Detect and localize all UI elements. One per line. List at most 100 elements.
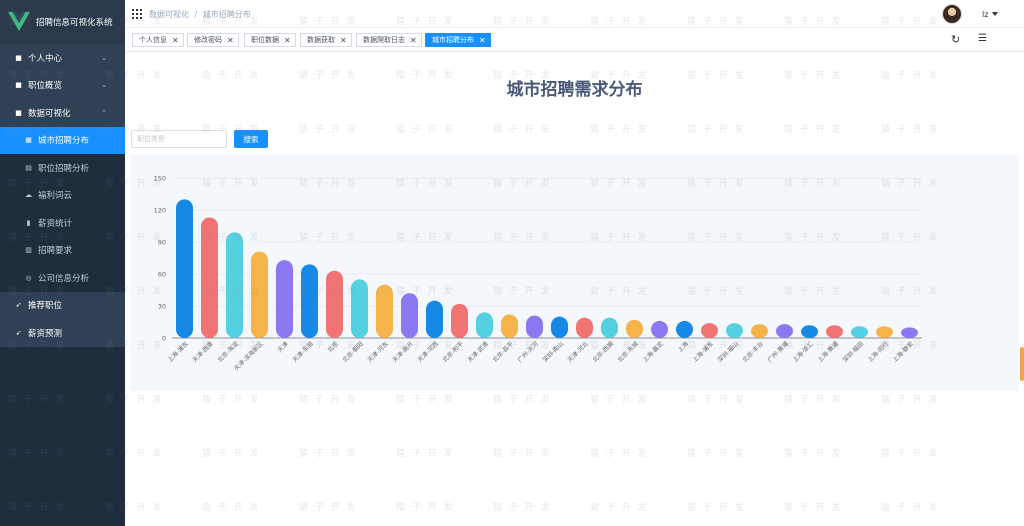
chart-bar[interactable] bbox=[776, 324, 793, 338]
x-tick-label: 天津-武清 bbox=[466, 340, 490, 364]
chart-bar[interactable] bbox=[376, 284, 393, 338]
x-tick-label: 北京-西城 bbox=[591, 340, 615, 364]
close-icon[interactable]: ✕ bbox=[227, 36, 234, 45]
chart-bar[interactable] bbox=[301, 264, 318, 338]
chart-bar[interactable] bbox=[726, 323, 743, 338]
tag-change-password[interactable]: 修改密码 ✕ bbox=[187, 33, 239, 47]
chart-bar[interactable] bbox=[201, 217, 218, 338]
sidebar-item-salary-stats[interactable]: ▮ 薪资统计 bbox=[0, 209, 125, 237]
close-icon[interactable]: ✕ bbox=[410, 36, 417, 45]
chart-bar[interactable] bbox=[501, 314, 518, 338]
y-tick-label: 30 bbox=[158, 303, 166, 311]
x-tick-label: 天津-西青 bbox=[191, 340, 215, 364]
tag-crawl-log[interactable]: 数据爬取日志 ✕ bbox=[356, 33, 422, 47]
chart-bar[interactable] bbox=[351, 279, 368, 338]
y-tick-label: 60 bbox=[158, 271, 166, 279]
chart-bar[interactable] bbox=[676, 320, 693, 338]
close-icon[interactable]: ✕ bbox=[284, 36, 291, 45]
avatar[interactable] bbox=[942, 4, 962, 24]
chart-bar[interactable] bbox=[526, 315, 543, 338]
refresh-icon[interactable]: ↻ bbox=[951, 33, 960, 46]
x-tick-label: 天津 bbox=[276, 340, 289, 353]
x-tick-label: 北京 bbox=[326, 340, 340, 354]
tag-data-fetch[interactable]: 数据获取 ✕ bbox=[300, 33, 352, 47]
x-tick-label: 北京-朝阳 bbox=[341, 340, 365, 364]
chart-bar[interactable] bbox=[276, 260, 293, 338]
chevron-up-icon: ⌃ bbox=[101, 108, 107, 117]
y-tick-label: 0 bbox=[162, 335, 166, 343]
tag-label: 城市招聘分布 bbox=[432, 36, 474, 44]
chart-bar[interactable] bbox=[826, 325, 843, 338]
sidebar-item-city-distribution[interactable]: ▦ 城市招聘分布 bbox=[0, 126, 125, 154]
tag-label: 数据获取 bbox=[307, 36, 335, 44]
chart-bar[interactable] bbox=[601, 317, 618, 338]
navbar: 数据可视化 / 城市招聘分布 lz bbox=[125, 0, 1024, 28]
close-icon[interactable]: ✕ bbox=[479, 36, 486, 45]
breadcrumb: 数据可视化 / 城市招聘分布 bbox=[149, 9, 251, 20]
sidebar-item-job-analysis[interactable]: ▤ 职位招聘分析 bbox=[0, 154, 125, 182]
sidebar-item-label: 招聘要求 bbox=[38, 246, 73, 257]
square-icon: ■ bbox=[15, 53, 22, 62]
chart-bar[interactable] bbox=[651, 320, 668, 338]
hamburger-grid-icon[interactable] bbox=[132, 9, 142, 19]
vue-logo-icon bbox=[8, 11, 30, 32]
sidebar-item-job-overview[interactable]: ■ 职位概览 ⌄ bbox=[0, 71, 125, 99]
x-tick-label: 天津-河西 bbox=[416, 340, 440, 364]
x-tick-label: 广州-天河 bbox=[516, 340, 540, 364]
y-tick-label: 120 bbox=[154, 207, 166, 215]
chart-bar[interactable] bbox=[701, 323, 718, 338]
chart-bar[interactable] bbox=[451, 303, 468, 338]
x-tick-label: 上海-嘉定 bbox=[641, 340, 665, 364]
x-tick-label: 北京-和平 bbox=[441, 340, 465, 364]
breadcrumb-item-current: 城市招聘分布 bbox=[202, 10, 251, 19]
search-button[interactable]: 搜索 bbox=[234, 130, 268, 148]
tag-job-data[interactable]: 职位数据 ✕ bbox=[244, 33, 296, 47]
x-tick-label: 北京-昌平 bbox=[491, 340, 515, 364]
chart-bar[interactable] bbox=[851, 326, 868, 338]
chart-bar[interactable] bbox=[251, 251, 268, 338]
page-title: 城市招聘需求分布 bbox=[506, 80, 643, 100]
chart-bar[interactable] bbox=[426, 300, 443, 338]
sidebar-item-company-analysis[interactable]: ◎ 公司信息分析 bbox=[0, 264, 125, 292]
chart-bar[interactable] bbox=[326, 270, 343, 338]
sidebar-item-requirements[interactable]: ▥ 招聘要求 bbox=[0, 237, 125, 265]
chart-bar[interactable] bbox=[751, 324, 768, 338]
chart-bar[interactable] bbox=[551, 316, 568, 338]
chart-bar[interactable] bbox=[626, 319, 643, 338]
chart-bar[interactable] bbox=[401, 293, 418, 338]
sidebar-item-recommended-jobs[interactable]: ➶ 推荐职位 bbox=[0, 291, 125, 319]
chart-bar[interactable] bbox=[876, 326, 893, 338]
sidebar-item-label: 城市招聘分布 bbox=[38, 136, 90, 147]
tag-label: 职位数据 bbox=[251, 36, 279, 44]
chart-bar[interactable] bbox=[176, 199, 193, 338]
tag-label: 数据爬取日志 bbox=[363, 36, 405, 44]
chart-bar[interactable] bbox=[576, 317, 593, 338]
sidebar-item-data-visualization[interactable]: ■ 数据可视化 ⌃ bbox=[0, 99, 125, 127]
x-tick-label: 上海-徐汇 bbox=[791, 340, 815, 364]
y-tick-label: 90 bbox=[158, 239, 166, 247]
breadcrumb-item[interactable]: 数据可视化 bbox=[149, 10, 189, 19]
sidebar-item-salary-prediction[interactable]: ➶ 薪资预测 bbox=[0, 319, 125, 347]
sidebar-item-label: 福利词云 bbox=[38, 191, 73, 202]
scrollbar-thumb[interactable] bbox=[1020, 347, 1024, 381]
chart-bar[interactable] bbox=[476, 312, 493, 338]
tag-city-distribution[interactable]: 城市招聘分布 ✕ bbox=[425, 33, 491, 47]
chart-bar[interactable] bbox=[901, 327, 918, 338]
caret-down-icon[interactable] bbox=[992, 12, 998, 16]
x-tick-label: 上海-黄浦 bbox=[816, 340, 840, 364]
username[interactable]: lz bbox=[982, 10, 988, 19]
tag-personal-info[interactable]: 个人信息 ✕ bbox=[132, 33, 184, 47]
job-type-search-input[interactable] bbox=[131, 130, 227, 148]
close-icon[interactable]: ✕ bbox=[172, 36, 179, 45]
x-tick-label: 上海-静安 bbox=[891, 340, 915, 364]
sidebar-menu: ■ 个人中心 ⌄ ■ 职位概览 ⌄ ■ 数据可视化 ⌃ ▦ 城市招聘分布 ▤ 职… bbox=[0, 44, 125, 347]
square-icon: ■ bbox=[15, 81, 22, 90]
chart-bar[interactable] bbox=[226, 232, 243, 338]
settings-sliders-icon[interactable]: ☰ bbox=[978, 33, 987, 44]
sidebar-item-welfare-cloud[interactable]: ☁ 福利词云 bbox=[0, 182, 125, 210]
close-icon[interactable]: ✕ bbox=[340, 36, 347, 45]
doc-icon: ▥ bbox=[25, 246, 32, 255]
chart-bar[interactable] bbox=[801, 325, 818, 338]
sidebar-item-label: 推荐职位 bbox=[28, 301, 63, 312]
sidebar-item-personal-center[interactable]: ■ 个人中心 ⌄ bbox=[0, 44, 125, 72]
